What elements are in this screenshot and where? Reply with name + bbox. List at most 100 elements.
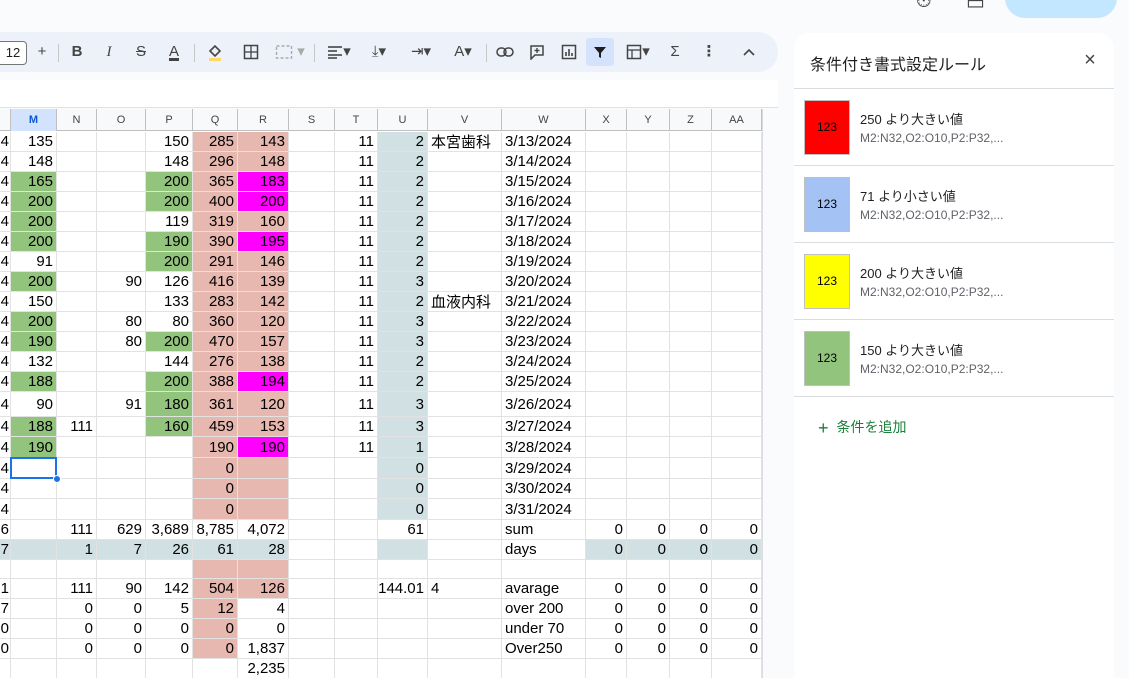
column-header-v[interactable]: V <box>428 109 502 131</box>
cell-z[interactable] <box>670 152 712 172</box>
cell-m[interactable]: 135 <box>11 132 57 152</box>
cell-u[interactable]: 0 <box>378 499 428 520</box>
cell-t[interactable]: 11 <box>335 372 378 392</box>
cell-x[interactable]: 0 <box>586 520 627 540</box>
cell-r[interactable]: 4 <box>238 599 289 619</box>
comments-icon[interactable]: ▭ <box>966 0 985 15</box>
cell-p[interactable]: 200 <box>146 172 193 192</box>
cell-m[interactable] <box>11 540 57 560</box>
cell-v[interactable]: 本宮歯科 <box>428 132 502 152</box>
cell-t[interactable]: 11 <box>335 132 378 152</box>
cell-a[interactable]: 27 <box>0 540 11 560</box>
cell-v[interactable] <box>428 458 502 479</box>
cell-z[interactable] <box>670 212 712 232</box>
cell-u[interactable]: 2 <box>378 192 428 212</box>
cell-o[interactable] <box>97 252 146 272</box>
cell-a[interactable]: 161 <box>0 579 11 599</box>
cell-u[interactable]: 144.01 <box>378 579 428 599</box>
cell-o[interactable] <box>97 479 146 499</box>
cell-u[interactable]: 1 <box>378 437 428 458</box>
cell-p[interactable]: 142 <box>146 579 193 599</box>
cell-q[interactable]: 0 <box>193 479 238 499</box>
cell-s[interactable] <box>289 372 335 392</box>
cell-a[interactable]: 7 <box>0 599 11 619</box>
cell-u[interactable]: 3 <box>378 417 428 437</box>
filter-views-icon[interactable]: ▾ <box>620 32 656 72</box>
cell-p[interactable] <box>146 499 193 520</box>
font-size-input[interactable]: 12 <box>0 41 27 65</box>
cell-m[interactable] <box>11 619 57 639</box>
cell-s[interactable] <box>289 352 335 372</box>
cell-p[interactable]: 126 <box>146 272 193 292</box>
cell-n[interactable] <box>57 352 97 372</box>
cell-w[interactable]: days <box>502 540 586 560</box>
cell-u[interactable]: 2 <box>378 292 428 312</box>
cell-w[interactable]: 3/20/2024 <box>502 272 586 292</box>
cell-y[interactable] <box>627 560 670 579</box>
cell-t[interactable] <box>335 540 378 560</box>
cell-a[interactable]: 4 <box>0 417 11 437</box>
cell-s[interactable] <box>289 499 335 520</box>
cell-s[interactable] <box>289 272 335 292</box>
cell-p[interactable]: 0 <box>146 619 193 639</box>
cell-q[interactable]: 8,785 <box>193 520 238 540</box>
cell-m[interactable] <box>11 458 57 479</box>
cell-y[interactable]: 0 <box>627 540 670 560</box>
cell-v[interactable] <box>428 619 502 639</box>
cell-u[interactable]: 61 <box>378 520 428 540</box>
cell-v[interactable] <box>428 252 502 272</box>
cell-y[interactable] <box>627 499 670 520</box>
cell-x[interactable] <box>586 252 627 272</box>
spreadsheet-grid[interactable]: M N O P Q R S T U V W X Y Z AA 4 135 150 285 143 11 2 本宮歯科 3/1… <box>0 109 762 678</box>
cell-t[interactable]: 11 <box>335 272 378 292</box>
cell-o[interactable] <box>97 560 146 579</box>
cell-v[interactable] <box>428 272 502 292</box>
cell-u[interactable]: 0 <box>378 458 428 479</box>
cell-n[interactable]: 111 <box>57 417 97 437</box>
cell-m[interactable]: 165 <box>11 172 57 192</box>
cell-q[interactable] <box>193 560 238 579</box>
cell-o[interactable] <box>97 352 146 372</box>
cell-n[interactable] <box>57 292 97 312</box>
cell-x[interactable] <box>586 212 627 232</box>
cell-w[interactable]: 3/22/2024 <box>502 312 586 332</box>
cell-u[interactable] <box>378 540 428 560</box>
cell-r[interactable]: 120 <box>238 312 289 332</box>
cell-y[interactable]: 0 <box>627 520 670 540</box>
cell-w[interactable]: 3/21/2024 <box>502 292 586 312</box>
cell-a[interactable]: 4 <box>0 458 11 479</box>
cell-v[interactable] <box>428 152 502 172</box>
cell-a[interactable]: 4,356 <box>0 520 11 540</box>
cell-w[interactable]: 3/24/2024 <box>502 352 586 372</box>
cell-u[interactable]: 2 <box>378 372 428 392</box>
cell-o[interactable] <box>97 172 146 192</box>
cell-t[interactable] <box>335 520 378 540</box>
cell-n[interactable] <box>57 479 97 499</box>
cell-v[interactable] <box>428 232 502 252</box>
cell-v[interactable] <box>428 499 502 520</box>
cell-aa[interactable] <box>712 272 762 292</box>
cell-q[interactable]: 0 <box>193 458 238 479</box>
cell-aa[interactable] <box>712 499 762 520</box>
cell-z[interactable] <box>670 479 712 499</box>
cell-s[interactable] <box>289 417 335 437</box>
cell-o[interactable]: 90 <box>97 272 146 292</box>
cell-a[interactable]: 4 <box>0 132 11 152</box>
comment-icon[interactable] <box>526 32 548 72</box>
cell-v[interactable] <box>428 352 502 372</box>
chart-icon[interactable] <box>558 32 580 72</box>
column-header-u[interactable]: U <box>378 109 428 131</box>
cell-n[interactable]: 0 <box>57 639 97 659</box>
cell-aa[interactable] <box>712 252 762 272</box>
cell-a[interactable]: 4 <box>0 312 11 332</box>
format-rule[interactable]: 123 150 より大きい値 M2:N32,O2:O10,P2:P32,... <box>794 319 1114 396</box>
cell-z[interactable]: 0 <box>670 540 712 560</box>
column-header-aa[interactable]: AA <box>712 109 762 131</box>
cell-y[interactable] <box>627 332 670 352</box>
column-header-t[interactable]: T <box>335 109 378 131</box>
cell-u[interactable]: 2 <box>378 212 428 232</box>
cell-r[interactable]: 142 <box>238 292 289 312</box>
cell-q[interactable]: 388 <box>193 372 238 392</box>
cell-z[interactable]: 0 <box>670 579 712 599</box>
add-rule-button[interactable]: + 条件を追加 <box>818 417 907 439</box>
